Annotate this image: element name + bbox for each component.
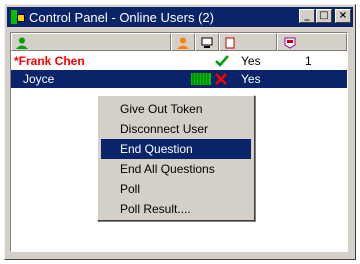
monitor-icon [201,37,213,48]
app-icon [11,10,25,24]
table-row[interactable]: Joyce Yes [11,70,347,88]
user-name: *Frank Chen [14,54,85,68]
menu-item-disconnect-user[interactable]: Disconnect User [101,119,251,139]
column-screen[interactable] [195,33,219,51]
column-user[interactable] [11,33,171,51]
title-bar[interactable]: Control Panel - Online Users (2) _ □ × [7,7,353,27]
signal-strength-icon [191,73,211,85]
column-presenter[interactable] [171,33,195,51]
menu-item-end-question[interactable]: End Question [101,139,251,159]
minimize-button[interactable]: _ [299,9,315,23]
window-title: Control Panel - Online Users (2) [29,9,214,25]
menu-item-give-out-token[interactable]: Give Out Token [101,99,251,119]
x-mark-icon [215,73,227,85]
column-questions[interactable] [277,33,347,51]
user-name: Joyce [23,72,55,86]
context-menu: Give Out Token Disconnect User End Quest… [97,95,255,221]
close-button[interactable]: × [335,9,351,23]
question-badge-icon [284,37,296,49]
flag-value: Yes [241,72,261,86]
user-orange-icon [177,37,189,49]
document-icon [225,37,235,49]
menu-item-poll[interactable]: Poll [101,179,251,199]
table-row[interactable]: *Frank Chen Yes 1 [11,52,347,70]
column-document[interactable] [219,33,277,51]
flag-value: Yes [241,54,261,68]
menu-item-end-all-questions[interactable]: End All Questions [101,159,251,179]
menu-item-poll-result[interactable]: Poll Result.... [101,199,251,219]
question-count: 1 [305,54,312,68]
check-icon [215,55,229,67]
list-header [11,33,347,51]
maximize-button[interactable]: □ [316,9,332,23]
user-icon [16,37,28,49]
